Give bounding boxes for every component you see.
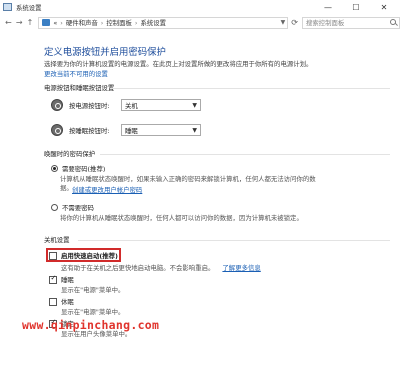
fast-startup-desc-text: 这有助于在关机之后更快地启动电脑。不会影响重启。 <box>61 264 215 272</box>
chevron-down-icon: ▼ <box>192 101 197 109</box>
maximize-button[interactable]: ☐ <box>342 0 370 14</box>
sleep-button-value: 睡眠 <box>125 126 138 135</box>
refresh-icon[interactable]: ⟳ <box>291 18 298 27</box>
breadcrumb-separator: › <box>100 18 104 27</box>
sleep-label: 睡眠 <box>61 276 74 284</box>
no-password-desc: 将你的计算机从睡眠状态唤醒时，任何人都可以访问你的数据，因为计算机未被锁定。 <box>60 214 390 223</box>
require-password-desc: 计算机从睡眠状态唤醒时，如果未输入正确的密码来解锁计算机，任何人都无法访问你的数 <box>60 175 390 184</box>
change-settings-row: 更改当前不可用的设置 <box>44 69 394 78</box>
create-password-row: 创建或更改用户帐户密码 <box>60 186 390 195</box>
back-arrow-icon[interactable]: ← <box>3 18 14 27</box>
site-watermark: www.qinpinchang.com <box>22 318 160 332</box>
address-toolbar: ← → ↑ « › 硬件和声音 › 控制面板 › 系统设置 ▼ ⟳ 搜索控制面板 <box>0 14 400 31</box>
chevron-down-icon[interactable]: ▼ <box>281 19 286 26</box>
sleep-button-label: 按睡眠按钮时: <box>69 126 110 135</box>
breadcrumb-overflow[interactable]: « <box>53 19 57 27</box>
chevron-down-icon: ▼ <box>192 126 197 134</box>
fast-startup-checkbox[interactable] <box>49 251 57 260</box>
window-app-icon <box>3 3 12 11</box>
page-subtitle: 选择要为你的计算机设置的电源设置。在此页上对设置所做的更改将应用于你所有的电源计… <box>44 59 394 68</box>
up-arrow-icon[interactable]: ↑ <box>25 18 36 27</box>
no-password-desc-text: 将你的计算机从睡眠状态唤醒时，任何人都可以访问你的数据，因为计算机未被锁定。 <box>60 214 303 222</box>
no-password-radio[interactable] <box>51 204 58 211</box>
no-password-option[interactable]: 不需要密码 <box>51 203 94 212</box>
learn-more-link[interactable]: 了解更多信息 <box>222 264 260 272</box>
title-bar: 系统设置 — ☐ ✕ <box>0 0 400 14</box>
sleep-checkbox[interactable] <box>49 274 57 284</box>
search-icon[interactable] <box>390 18 397 25</box>
sleep-button-row: 按睡眠按钮时: 睡眠 ▼ <box>51 123 201 137</box>
page-title: 定义电源按钮并启用密码保护 <box>44 47 166 58</box>
change-settings-link[interactable]: 更改当前不可用的设置 <box>44 70 108 78</box>
shutdown-section-title: 关机设置 <box>44 236 70 244</box>
close-button[interactable]: ✕ <box>370 0 398 14</box>
no-password-label: 不需要密码 <box>62 204 94 212</box>
create-password-link[interactable]: 创建或更改用户帐户密码 <box>72 186 142 194</box>
breadcrumb-separator: › <box>60 18 63 27</box>
address-bar[interactable]: « › 硬件和声音 › 控制面板 › 系统设置 ▼ <box>38 16 289 29</box>
breadcrumb-system-settings[interactable]: 系统设置 <box>140 18 166 27</box>
hibernate-desc: 显示在"电源"菜单中。 <box>61 308 125 316</box>
subtitle-text: 选择要为你的计算机设置的电源设置。在此页上对设置所做的更改将应用于你所有的电源计… <box>44 60 313 68</box>
section-divider <box>100 154 390 155</box>
control-panel-icon <box>42 19 51 26</box>
power-button-icon <box>51 99 63 111</box>
fast-startup-label: 启用快速启动(推荐) <box>61 252 118 260</box>
section-divider <box>78 240 390 241</box>
sleep-desc: 显示在"电源"菜单中。 <box>61 286 125 294</box>
hibernate-checkbox[interactable] <box>49 297 57 306</box>
power-button-label: 按电源按钮时: <box>69 101 110 110</box>
require-password-option[interactable]: 需要密码(推荐) <box>51 164 105 173</box>
fast-startup-option[interactable]: 启用快速启动(推荐) <box>49 251 118 260</box>
window-title: 系统设置 <box>16 3 42 12</box>
breadcrumb-separator: › <box>134 18 138 27</box>
sleep-button-icon <box>51 124 63 136</box>
breadcrumb-hardware-sound[interactable]: 硬件和声音 <box>66 18 98 27</box>
breadcrumb-power-options[interactable]: 控制面板 <box>106 18 132 27</box>
search-placeholder: 搜索控制面板 <box>305 19 345 27</box>
search-input[interactable]: 搜索控制面板 <box>301 16 400 29</box>
minimize-button[interactable]: — <box>314 0 342 14</box>
hibernate-option[interactable]: 休眠 <box>49 297 74 306</box>
require-password-desc-line1: 计算机从睡眠状态唤醒时，如果未输入正确的密码来解锁计算机，任何人都无法访问你的数 <box>60 175 316 183</box>
sleep-option[interactable]: 睡眠 <box>49 274 74 284</box>
power-button-row: 按电源按钮时: 关机 ▼ <box>51 98 201 112</box>
fast-startup-desc: 这有助于在关机之后更快地启动电脑。不会影响重启。 了解更多信息 <box>61 263 261 272</box>
password-section-title: 唤醒时的密码保护 <box>44 150 96 158</box>
forward-arrow-icon[interactable]: → <box>14 18 25 27</box>
sleep-button-select[interactable]: 睡眠 ▼ <box>121 124 201 136</box>
power-button-value: 关机 <box>125 101 138 110</box>
require-password-label: 需要密码(推荐) <box>62 165 106 173</box>
buttons-section-title: 电源按钮和睡眠按钮设置 <box>44 84 115 92</box>
require-password-radio[interactable] <box>51 165 58 172</box>
section-divider <box>110 88 390 89</box>
hibernate-label: 休眠 <box>61 298 74 306</box>
power-button-select[interactable]: 关机 ▼ <box>121 99 201 111</box>
